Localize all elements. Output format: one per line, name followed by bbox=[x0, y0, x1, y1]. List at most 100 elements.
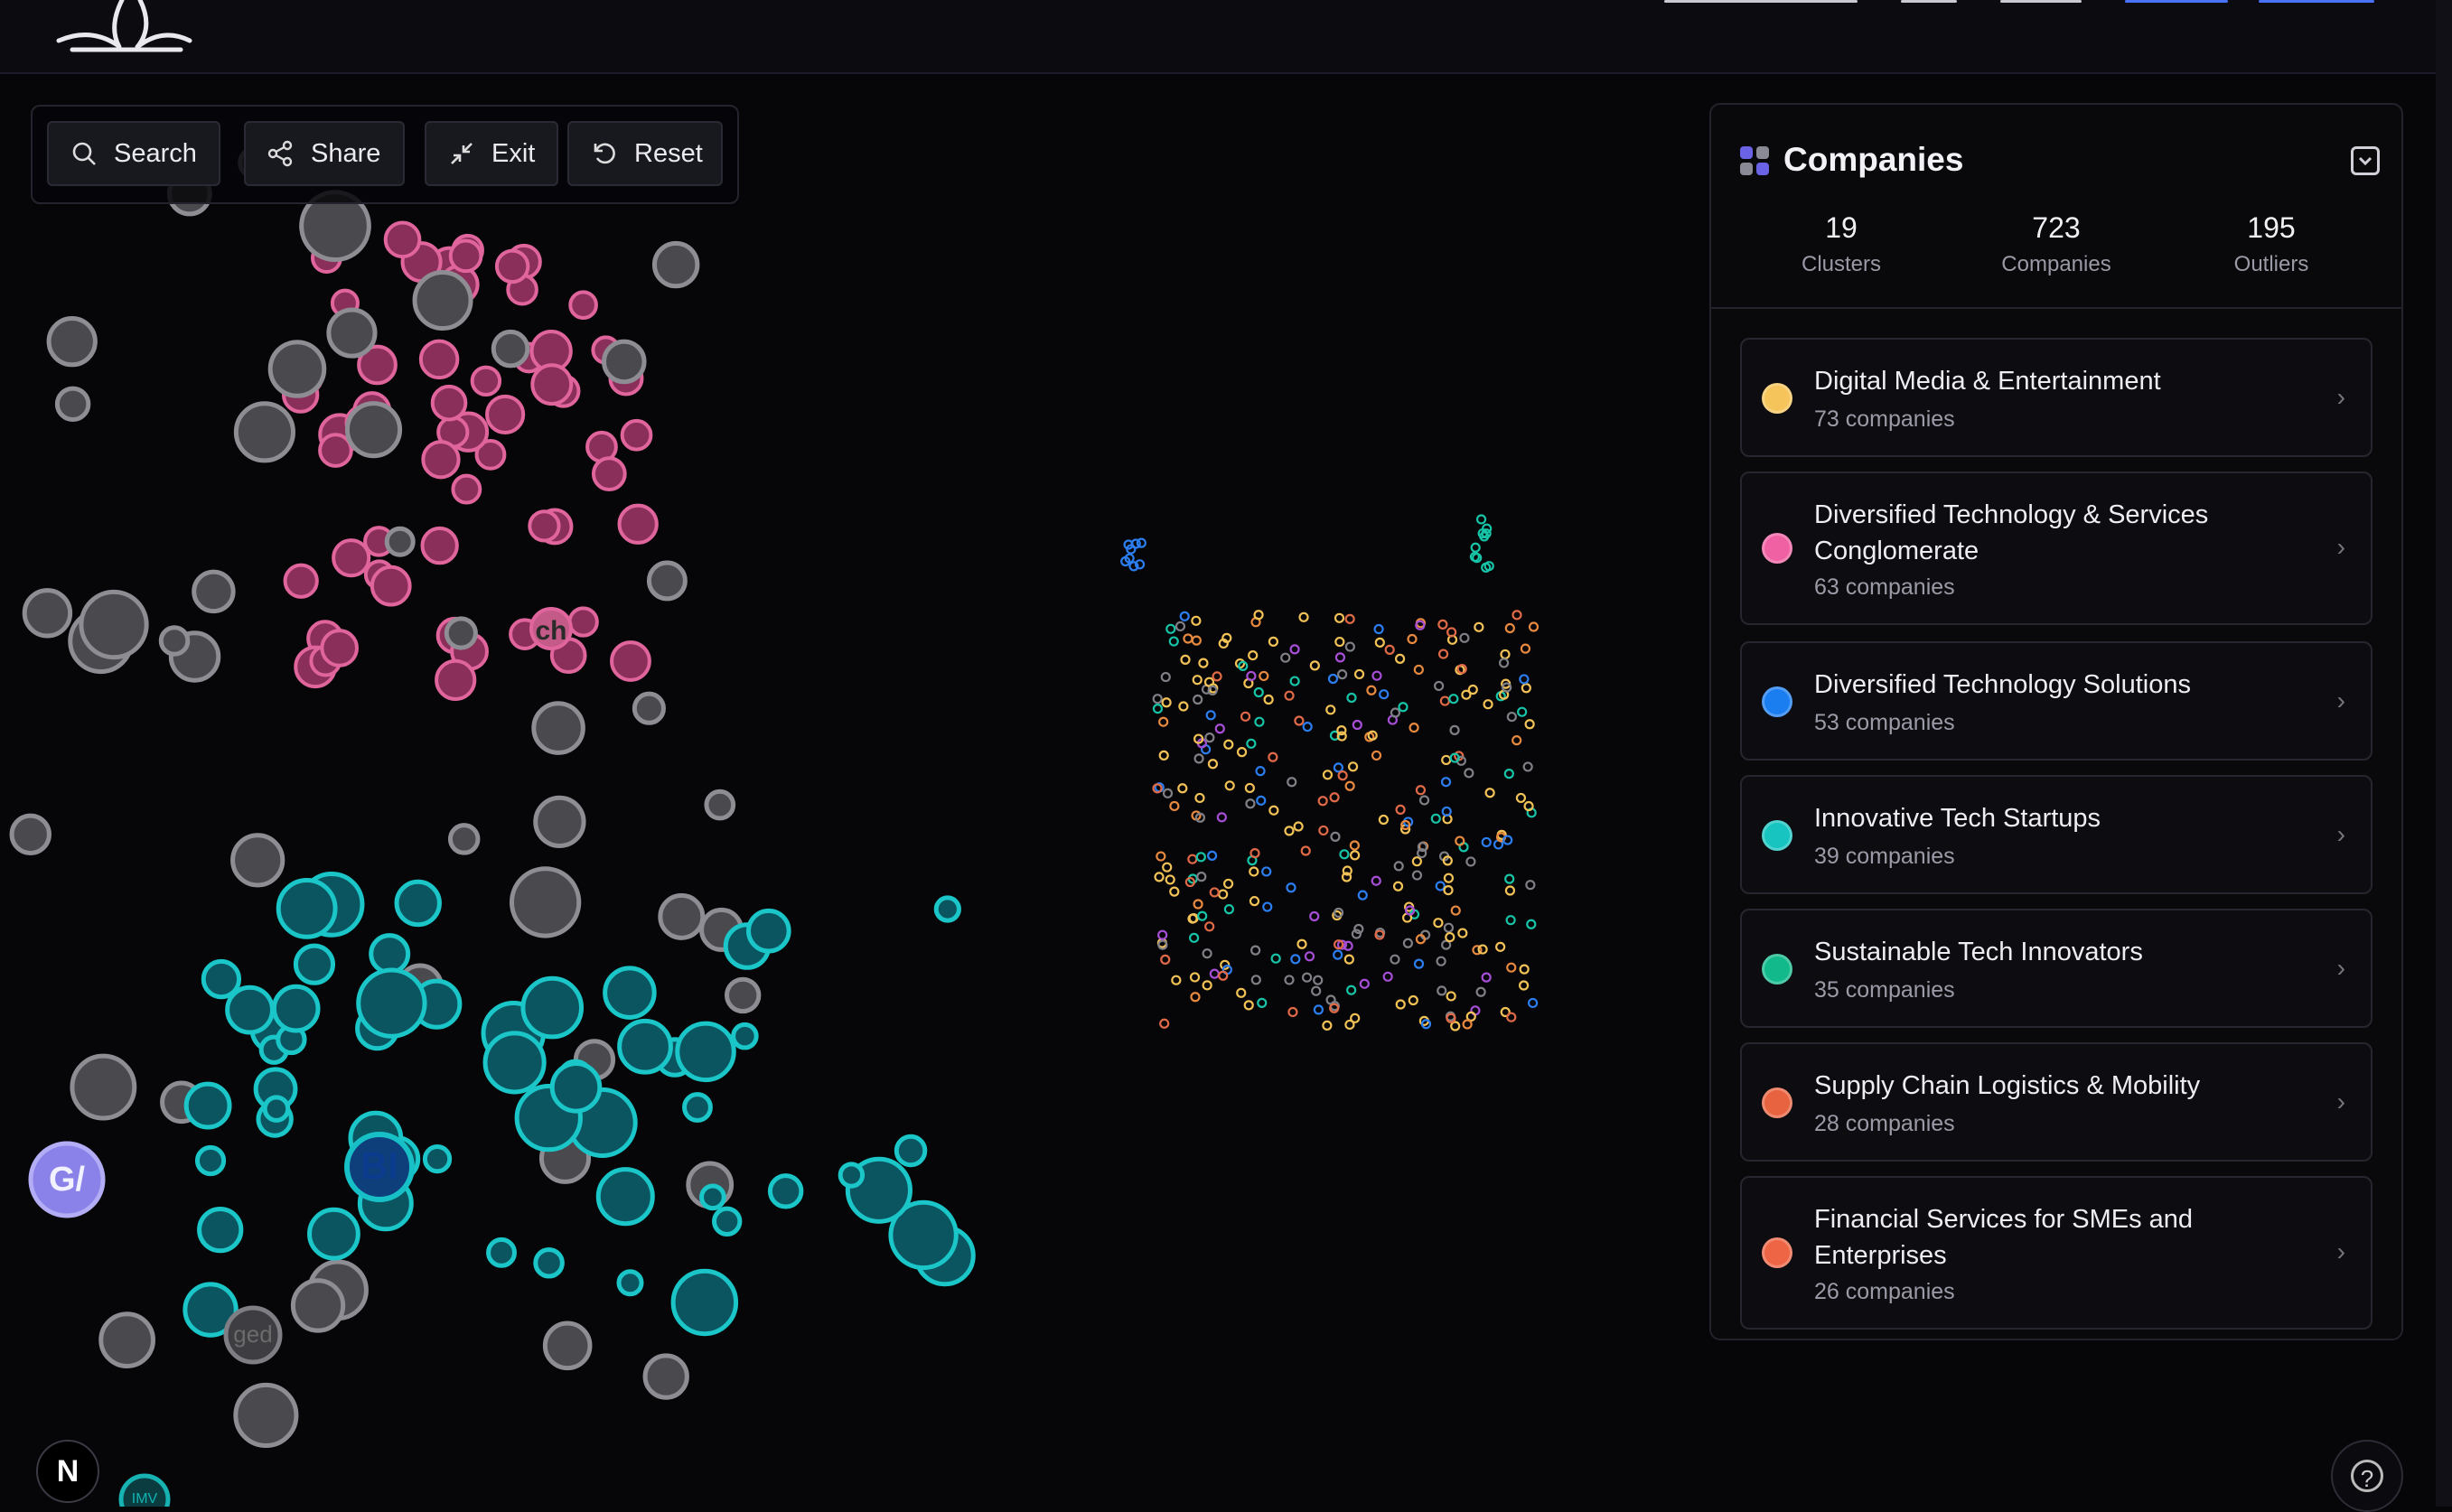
company-dot[interactable] bbox=[1218, 889, 1229, 900]
company-dot[interactable] bbox=[1475, 514, 1487, 525]
company-dot[interactable] bbox=[1450, 905, 1461, 916]
cluster-card-innovative-startups[interactable]: Innovative Tech Startups 39 companies › bbox=[1740, 775, 2372, 894]
company-dot[interactable] bbox=[1152, 703, 1164, 714]
company-dot[interactable] bbox=[1298, 611, 1309, 622]
cluster-card-digital-media[interactable]: Digital Media & Entertainment 73 compani… bbox=[1740, 338, 2372, 457]
company-dot[interactable] bbox=[1212, 671, 1222, 682]
company-dot[interactable] bbox=[1152, 694, 1163, 705]
company-dot[interactable] bbox=[1216, 812, 1227, 823]
company-dot[interactable] bbox=[1162, 788, 1174, 798]
company-dot[interactable] bbox=[1263, 694, 1274, 705]
company-bubble[interactable] bbox=[70, 1053, 137, 1121]
company-dot[interactable] bbox=[1218, 970, 1229, 981]
company-dot[interactable] bbox=[1528, 997, 1539, 1009]
cluster-card-diversified-solutions[interactable]: Diversified Technology Solutions 53 comp… bbox=[1740, 641, 2372, 761]
company-dot[interactable] bbox=[1162, 862, 1173, 873]
company-dot[interactable] bbox=[1204, 733, 1215, 743]
company-bubble[interactable] bbox=[9, 813, 51, 855]
company-dot[interactable] bbox=[1302, 722, 1313, 733]
company-dot[interactable] bbox=[1484, 788, 1495, 798]
company-bubble[interactable] bbox=[632, 691, 666, 725]
company-dot[interactable] bbox=[1287, 1006, 1298, 1018]
company-dot[interactable] bbox=[1483, 699, 1493, 710]
company-bubble[interactable] bbox=[767, 1173, 804, 1209]
company-dot[interactable] bbox=[1244, 782, 1255, 794]
company-dot[interactable] bbox=[1500, 649, 1511, 660]
company-dot[interactable] bbox=[1195, 852, 1206, 863]
company-dot[interactable] bbox=[1337, 669, 1348, 680]
company-bubble[interactable] bbox=[448, 238, 483, 274]
company-bubble[interactable] bbox=[344, 401, 403, 459]
company-dot[interactable] bbox=[1408, 723, 1419, 733]
company-bubble[interactable] bbox=[658, 892, 706, 940]
company-dot[interactable] bbox=[1192, 675, 1203, 686]
company-dot[interactable] bbox=[1236, 747, 1248, 758]
company-dot[interactable] bbox=[1440, 777, 1452, 788]
company-dot[interactable] bbox=[1223, 904, 1235, 915]
company-dot[interactable] bbox=[1322, 1020, 1333, 1031]
company-dot[interactable] bbox=[1165, 874, 1175, 885]
company-bubble[interactable] bbox=[267, 340, 327, 398]
company-dot[interactable] bbox=[1344, 641, 1355, 652]
company-bubble[interactable] bbox=[724, 976, 762, 1014]
company-bubble[interactable] bbox=[491, 329, 530, 369]
company-dot[interactable] bbox=[1246, 738, 1257, 749]
company-dot[interactable] bbox=[1293, 821, 1304, 832]
company-dot[interactable] bbox=[1506, 711, 1517, 723]
company-dot[interactable] bbox=[1304, 951, 1315, 962]
company-dot[interactable] bbox=[1207, 850, 1218, 861]
company-dot[interactable] bbox=[1309, 660, 1320, 671]
company-dot[interactable] bbox=[1371, 875, 1381, 886]
company-dot[interactable] bbox=[1168, 636, 1179, 647]
company-dot[interactable] bbox=[1249, 866, 1259, 877]
company-dot[interactable] bbox=[1159, 1018, 1170, 1029]
company-bubble[interactable] bbox=[444, 616, 478, 650]
company-dot[interactable] bbox=[1246, 670, 1257, 682]
company-dot[interactable] bbox=[1349, 840, 1360, 851]
cluster-card-financial-services[interactable]: Financial Services for SMEs and Enterpri… bbox=[1740, 1176, 2372, 1330]
company-bubble[interactable] bbox=[591, 456, 627, 492]
company-bubble[interactable] bbox=[712, 1206, 743, 1237]
company-bubble[interactable] bbox=[470, 365, 502, 397]
company-dot[interactable] bbox=[1296, 938, 1307, 949]
company-bubble[interactable] bbox=[568, 290, 598, 321]
company-dot[interactable] bbox=[1462, 1019, 1473, 1030]
company-dot[interactable] bbox=[1286, 882, 1296, 893]
cluster-card-supply-chain[interactable]: Supply Chain Logistics & Mobility 28 com… bbox=[1740, 1042, 2372, 1162]
nav-link-5[interactable] bbox=[2259, 0, 2374, 3]
company-bubble[interactable] bbox=[675, 1021, 736, 1083]
company-bubble[interactable] bbox=[418, 339, 460, 380]
company-dot[interactable] bbox=[1437, 985, 1447, 996]
company-bubble[interactable] bbox=[290, 1278, 346, 1333]
company-dot[interactable] bbox=[1193, 753, 1204, 764]
company-dot[interactable] bbox=[1504, 885, 1516, 896]
company-dot[interactable] bbox=[1470, 542, 1481, 553]
company-dot[interactable] bbox=[1284, 826, 1295, 836]
company-dot[interactable] bbox=[1477, 944, 1488, 955]
company-dot[interactable] bbox=[1169, 886, 1180, 897]
company-bubble[interactable] bbox=[283, 563, 319, 599]
company-dot[interactable] bbox=[1398, 702, 1408, 713]
company-bubble[interactable] bbox=[567, 606, 599, 638]
company-bubble[interactable] bbox=[233, 401, 295, 463]
company-dot[interactable] bbox=[1459, 632, 1470, 643]
company-bubble[interactable] bbox=[894, 1134, 928, 1168]
company-bubble[interactable] bbox=[293, 943, 336, 985]
company-dot[interactable] bbox=[1528, 621, 1540, 632]
company-dot[interactable] bbox=[1515, 792, 1527, 804]
company-dot[interactable] bbox=[1259, 670, 1269, 682]
company-bubble[interactable] bbox=[420, 526, 459, 565]
company-dot[interactable] bbox=[1175, 621, 1186, 632]
company-dot[interactable] bbox=[1443, 922, 1455, 933]
company-dot[interactable] bbox=[1334, 612, 1345, 623]
company-bubble[interactable] bbox=[412, 270, 473, 331]
company-dot[interactable] bbox=[1202, 980, 1212, 991]
company-dot[interactable] bbox=[1193, 694, 1203, 705]
company-dot[interactable] bbox=[1136, 537, 1146, 548]
company-bubble[interactable] bbox=[435, 658, 477, 701]
company-dot[interactable] bbox=[1165, 623, 1176, 634]
company-bubble[interactable] bbox=[79, 589, 149, 660]
company-dot[interactable] bbox=[1327, 673, 1339, 685]
company-dot[interactable] bbox=[1519, 980, 1530, 991]
company-dot[interactable] bbox=[1284, 690, 1295, 701]
